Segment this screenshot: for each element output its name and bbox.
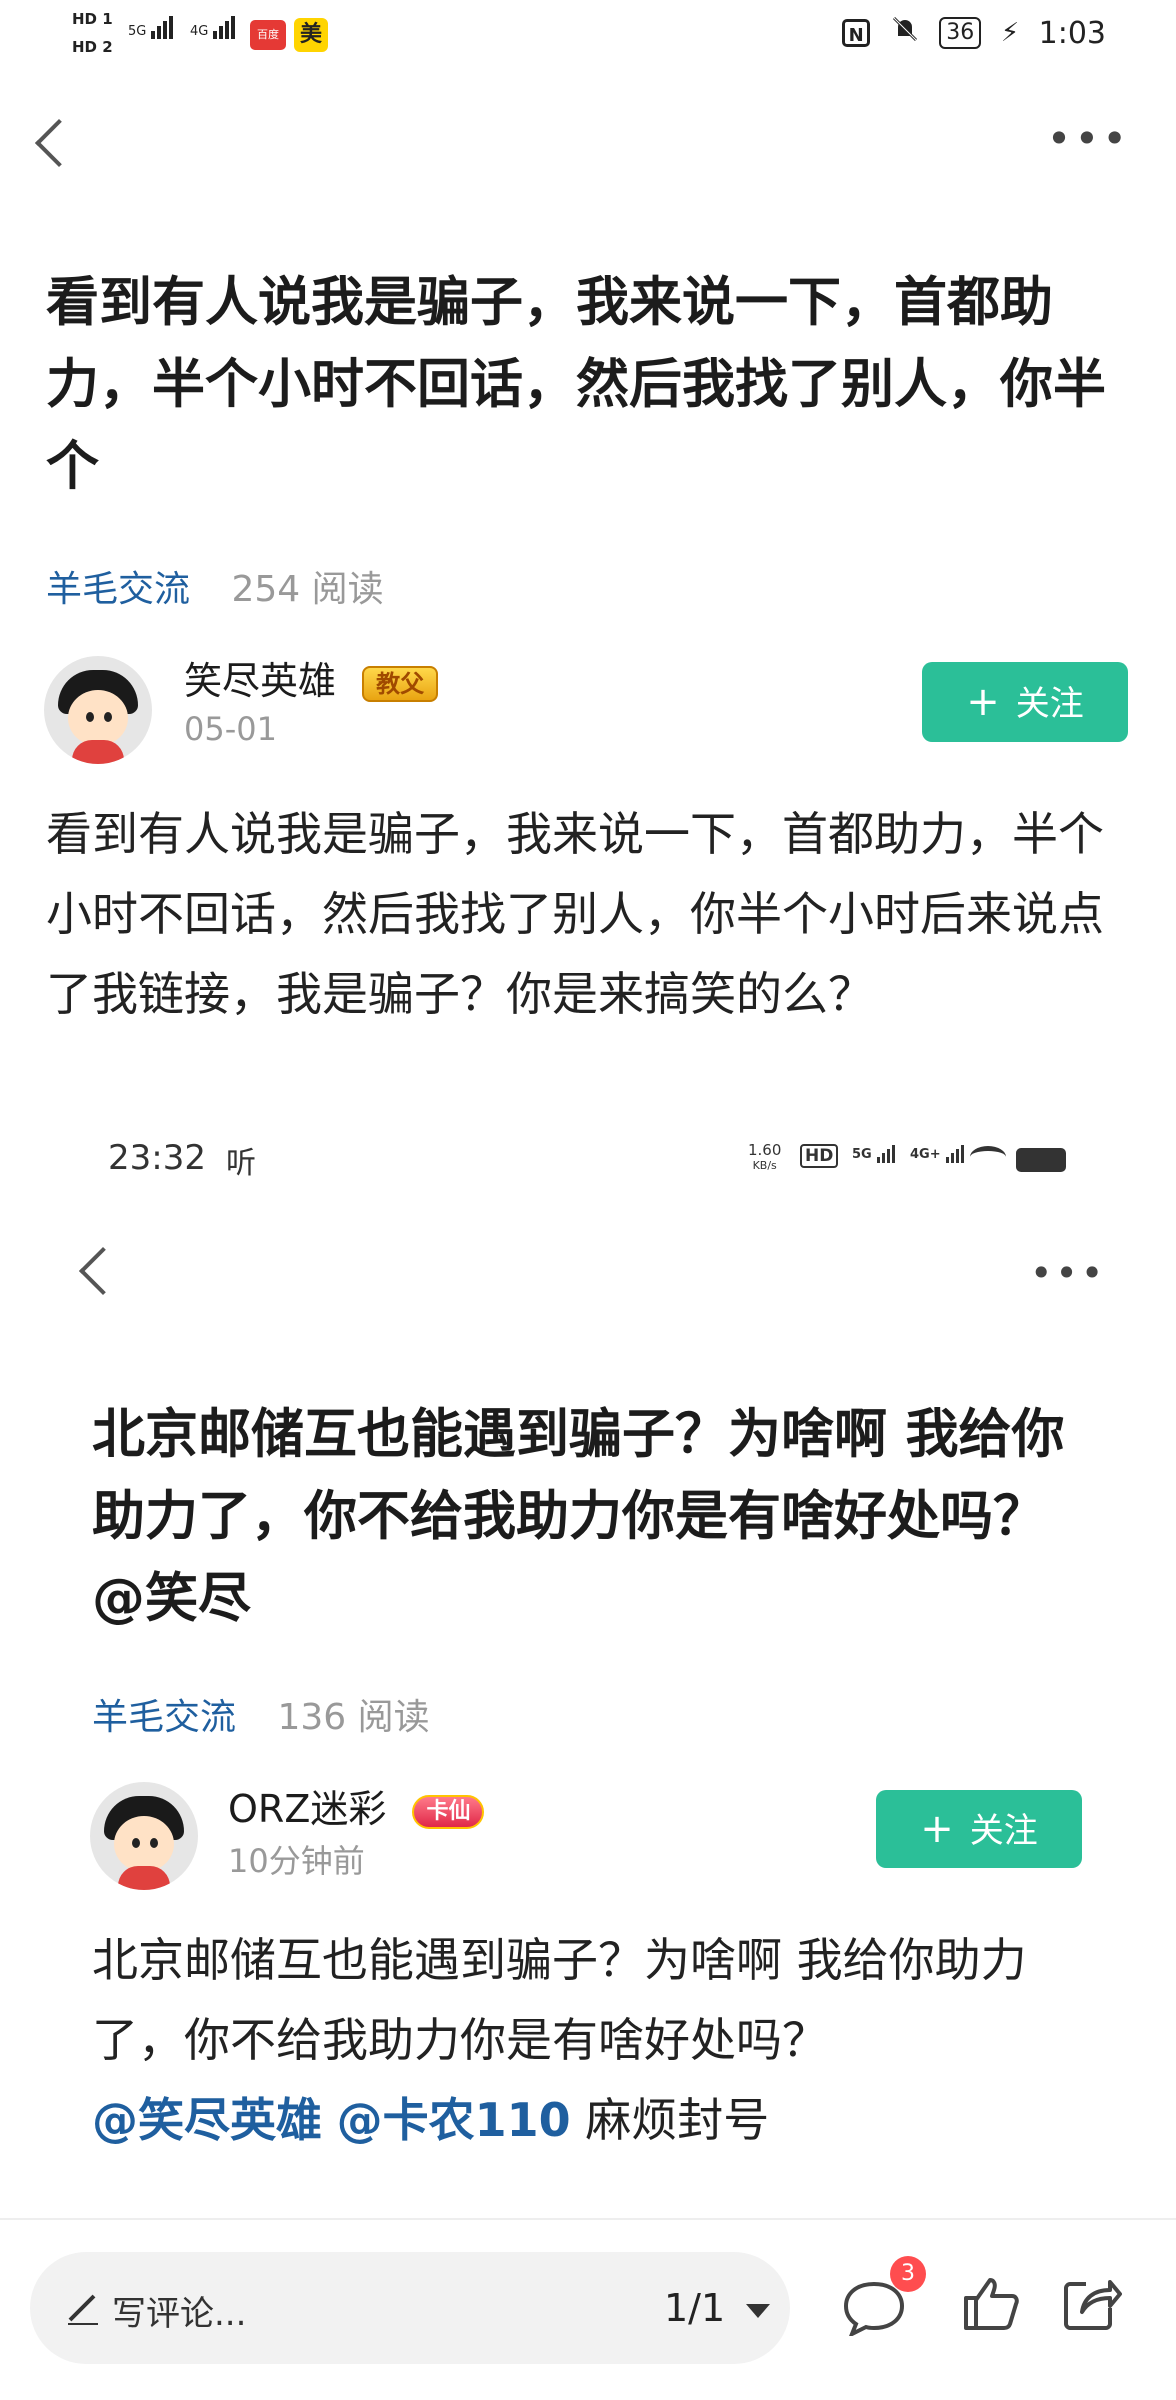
back-chevron-icon[interactable] bbox=[78, 1246, 128, 1296]
plus-icon: + bbox=[966, 679, 1000, 725]
more-options-icon[interactable]: ••• bbox=[1047, 118, 1130, 160]
comment-input[interactable]: 写评论... 1/1 bbox=[30, 2252, 790, 2364]
author-rank-badge: 卡仙 bbox=[412, 1794, 485, 1829]
battery-icon: 36 bbox=[939, 17, 982, 49]
wifi-icon bbox=[970, 1146, 1006, 1168]
signal-bars-icon bbox=[877, 1142, 897, 1163]
page-indicator[interactable]: 1/1 bbox=[664, 2286, 725, 2330]
battery-icon bbox=[1016, 1148, 1066, 1172]
status-time: 1:03 bbox=[1038, 15, 1106, 51]
s2-5g-label: 5G bbox=[852, 1147, 872, 1162]
post2-follow-button[interactable]: + 关注 bbox=[876, 1790, 1082, 1868]
bottom-divider bbox=[0, 2218, 1176, 2220]
post1-follow-button[interactable]: + 关注 bbox=[922, 662, 1128, 742]
s2-signal-4g: 4G+ bbox=[910, 1142, 966, 1163]
s2-signal-5g: 5G bbox=[852, 1142, 897, 1163]
post2-channel-link[interactable]: 羊毛交流 bbox=[92, 1697, 236, 1738]
post2-content-tail: 麻烦封号 bbox=[585, 2093, 770, 2147]
sig1-label: 5G bbox=[128, 24, 147, 39]
post1-title: 看到有人说我是骗子，我来说一下，首都助力，半个小时不回话，然后我找了别人，你半个 bbox=[46, 272, 1106, 497]
post1-read-count: 254 阅读 bbox=[231, 569, 384, 610]
post2-author-name[interactable]: ORZ迷彩 bbox=[228, 1787, 386, 1831]
net-speed-value: 1.60 bbox=[748, 1141, 782, 1159]
comment-count-badge: 3 bbox=[890, 2256, 926, 2292]
signal-bars-icon bbox=[946, 1142, 966, 1163]
post1-avatar[interactable] bbox=[44, 656, 152, 764]
share-icon[interactable] bbox=[1062, 2274, 1122, 2332]
post2-read-count: 136 阅读 bbox=[277, 1697, 430, 1738]
hd-icon: HD bbox=[800, 1144, 839, 1168]
post1-channel-link[interactable]: 羊毛交流 bbox=[46, 569, 190, 610]
author-rank-badge: 教父 bbox=[362, 665, 439, 702]
chevron-down-icon[interactable] bbox=[746, 2304, 770, 2318]
post1-author-name[interactable]: 笑尽英雄 bbox=[184, 659, 336, 703]
post2-meta: 羊毛交流 136 阅读 bbox=[92, 1688, 430, 1740]
mention-link[interactable]: @卡农110 bbox=[337, 2093, 571, 2147]
post2-author-row: ORZ迷彩 卡仙 bbox=[228, 1778, 485, 1833]
nfc-icon: N bbox=[842, 19, 871, 47]
follow-label: 关注 bbox=[1015, 684, 1084, 724]
follow-label: 关注 bbox=[969, 1811, 1038, 1851]
post1-author-row: 笑尽英雄 教父 bbox=[184, 650, 439, 705]
signal-bars-icon bbox=[151, 16, 175, 39]
hd2-label: HD 2 bbox=[72, 38, 113, 56]
app-notification-icon: 百度 bbox=[250, 20, 286, 50]
thumbs-up-icon[interactable] bbox=[962, 2274, 1020, 2332]
signal-4g: 4G bbox=[190, 16, 237, 39]
post1-meta: 羊毛交流 254 阅读 bbox=[46, 560, 384, 612]
plus-icon: + bbox=[920, 1806, 954, 1852]
hd1-label: HD 1 bbox=[72, 10, 113, 28]
post1-date: 05-01 bbox=[184, 710, 277, 748]
signal-5g: 5G bbox=[128, 16, 175, 39]
comment-placeholder: 写评论... bbox=[112, 2294, 247, 2334]
charging-icon: ⚡ bbox=[1000, 18, 1020, 48]
post1-content: 看到有人说我是骗子，我来说一下，首都助力，半个小时不回话，然后我找了别人，你半个… bbox=[46, 807, 1104, 1021]
meituan-icon: 美 bbox=[294, 18, 328, 52]
s2-4g-label: 4G+ bbox=[910, 1147, 941, 1162]
post2-title: 北京邮储互也能遇到骗子？为啥啊 我给你助力了，你不给我助力你是有啥好处吗？ @笑… bbox=[92, 1404, 1065, 1629]
sig2-label: 4G bbox=[190, 24, 209, 39]
hd-badges: HD 1 HD 2 bbox=[72, 8, 120, 64]
signal-bars-icon bbox=[213, 16, 237, 39]
back-chevron-icon[interactable] bbox=[34, 118, 84, 168]
s2-app-icon: 听 bbox=[226, 1146, 256, 1181]
mention-link[interactable]: @笑尽英雄 bbox=[92, 2093, 322, 2147]
net-speed: 1.60 KB/s bbox=[748, 1142, 781, 1174]
post2-content-text: 北京邮储互也能遇到骗子？为啥啊 我给你助力了，你不给我助力你是有啥好处吗？ bbox=[92, 1933, 1027, 2067]
mute-bell-icon bbox=[890, 14, 920, 52]
more-options-icon[interactable]: ••• bbox=[1030, 1254, 1106, 1292]
post2-avatar[interactable] bbox=[90, 1782, 198, 1890]
s2-status-time: 23:32 bbox=[108, 1138, 206, 1178]
post2-content: 北京邮储互也能遇到骗子？为啥啊 我给你助力了，你不给我助力你是有啥好处吗？ @笑… bbox=[92, 1920, 1102, 2160]
status-right: N 36 ⚡ 1:03 bbox=[832, 14, 1106, 52]
post2-date: 10分钟前 bbox=[228, 1842, 365, 1880]
net-speed-unit: KB/s bbox=[752, 1159, 777, 1172]
pen-icon bbox=[64, 2290, 100, 2330]
